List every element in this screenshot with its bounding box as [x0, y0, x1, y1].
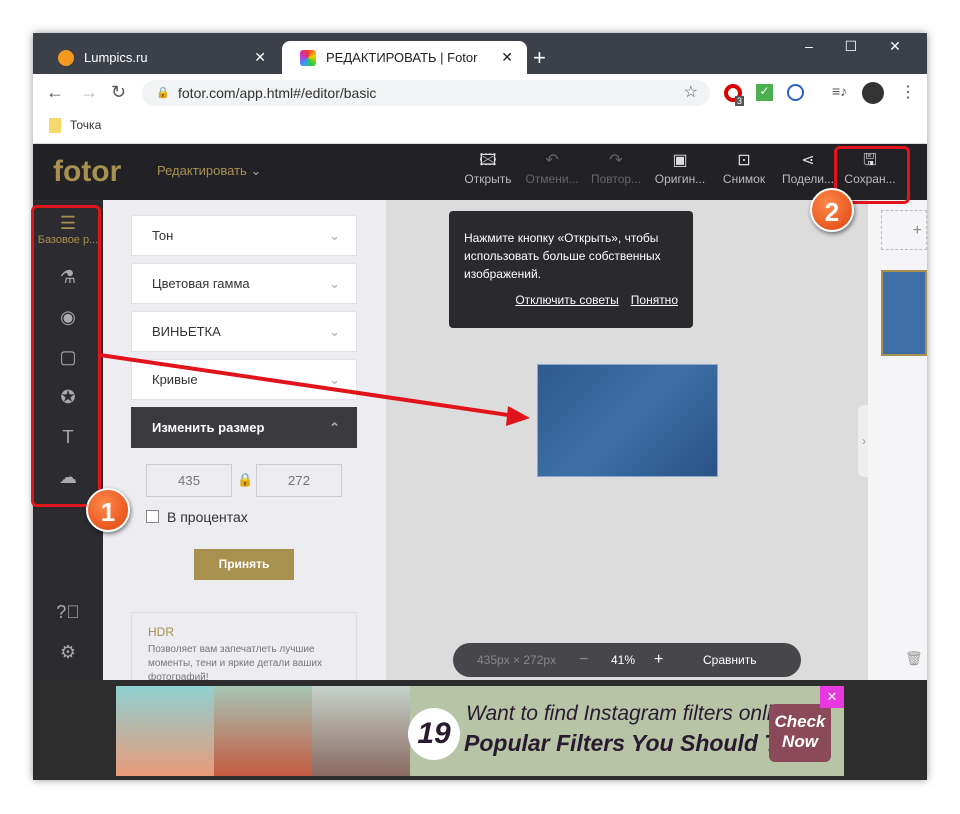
annotation-number-1: 1 [86, 488, 130, 532]
annotation-number-2: 2 [810, 188, 854, 232]
annotation-arrow [99, 353, 530, 426]
